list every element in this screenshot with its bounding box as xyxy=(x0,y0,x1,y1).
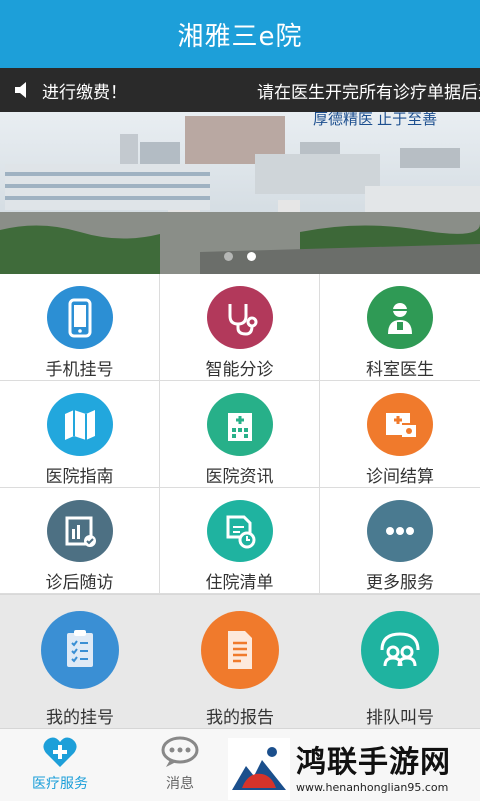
pagination-dot[interactable] xyxy=(224,252,233,261)
quick-my-registration[interactable]: 我的挂号 xyxy=(0,595,160,729)
tab-messages[interactable]: 消息 xyxy=(120,729,240,801)
quick-actions: 我的挂号 我的报告 排队叫号 xyxy=(0,594,480,729)
service-clinic-payment[interactable]: 诊间结算 xyxy=(320,381,480,488)
notice-text-left: 进行缴费！ xyxy=(42,82,127,103)
quick-my-report[interactable]: 我的报告 xyxy=(160,595,320,729)
service-label: 住院清单 xyxy=(205,573,274,593)
payment-icon xyxy=(367,393,433,456)
service-label: 手机挂号 xyxy=(45,360,114,380)
clipboard-icon xyxy=(41,611,119,689)
phone-icon xyxy=(46,286,113,349)
banner-pagination xyxy=(0,252,480,261)
notice-bar[interactable]: 进行缴费！ 请在医生开完所有诊疗单据后进行缴费 xyxy=(0,68,480,112)
speaker-icon xyxy=(15,82,26,98)
service-department-doctors[interactable]: 科室医生 xyxy=(320,274,480,381)
quick-label: 我的报告 xyxy=(206,708,274,728)
stethoscope-icon xyxy=(206,286,273,349)
hospital-photo: 厚德精医 止于至善 xyxy=(0,112,480,274)
queue-icon xyxy=(361,611,439,689)
hospital-icon xyxy=(206,393,273,456)
service-mobile-registration[interactable]: 手机挂号 xyxy=(0,274,160,381)
service-label: 诊间结算 xyxy=(366,467,434,487)
service-smart-triage[interactable]: 智能分诊 xyxy=(160,274,320,381)
service-label: 诊后随访 xyxy=(45,573,114,593)
service-label: 科室医生 xyxy=(366,360,434,380)
app-title: 湘雅三e院 xyxy=(177,21,303,52)
more-icon xyxy=(367,500,433,562)
tab-label: 消息 xyxy=(166,776,194,792)
service-more[interactable]: 更多服务 xyxy=(320,488,480,594)
follow-up-icon xyxy=(46,500,113,562)
service-label: 智能分诊 xyxy=(205,360,274,380)
doctor-icon xyxy=(367,286,433,349)
app-header: 湘雅三e院 xyxy=(0,0,480,68)
quick-label: 我的挂号 xyxy=(46,708,114,728)
service-inpatient-list[interactable]: 住院清单 xyxy=(160,488,320,594)
pagination-dot-active[interactable] xyxy=(247,252,256,261)
banner-slogan: 厚德精医 止于至善 xyxy=(313,112,437,128)
watermark-url: www.henanhonglian95.com xyxy=(296,780,449,794)
map-icon xyxy=(46,393,113,456)
tab-medical-services[interactable]: 医疗服务 xyxy=(0,729,120,801)
notice-text-right: 请在医生开完所有诊疗单据后进行缴费 xyxy=(257,82,480,103)
quick-label: 排队叫号 xyxy=(366,708,434,728)
service-follow-up[interactable]: 诊后随访 xyxy=(0,488,160,594)
service-label: 医院指南 xyxy=(45,467,114,487)
watermark-title: 鸿联手游网 xyxy=(296,744,451,780)
service-label: 医院资讯 xyxy=(205,467,274,487)
chat-bubble-icon xyxy=(161,736,199,767)
service-hospital-news[interactable]: 医院资讯 xyxy=(160,381,320,488)
inpatient-list-icon xyxy=(206,500,273,562)
hospital-banner[interactable]: 厚德精医 止于至善 xyxy=(0,112,480,274)
quick-queue-calling[interactable]: 排队叫号 xyxy=(320,595,480,729)
heart-plus-icon xyxy=(43,737,77,767)
watermark: 鸿联手游网 www.henanhonglian95.com xyxy=(228,738,480,800)
tab-label: 医疗服务 xyxy=(32,776,88,792)
service-grid: 手机挂号 智能分诊 科室医生 医院指南 医院资讯 诊间结算 诊后随访 住院清单 … xyxy=(0,274,480,594)
watermark-logo-icon xyxy=(228,738,290,800)
service-label: 更多服务 xyxy=(366,573,434,593)
report-icon xyxy=(201,611,279,689)
service-hospital-guide[interactable]: 医院指南 xyxy=(0,381,160,488)
